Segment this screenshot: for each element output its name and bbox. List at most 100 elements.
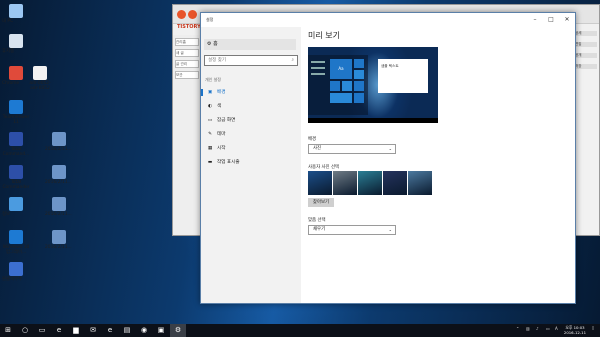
right-item[interactable]: 편집: [575, 42, 597, 47]
minimize-icon[interactable]: –: [527, 13, 543, 27]
desktop-icon-label: 내 PC: [2, 19, 14, 24]
desktop-icon-image: [52, 132, 66, 146]
picture-thumbnail[interactable]: [358, 171, 382, 195]
gear-icon: ⚙: [207, 41, 212, 47]
volume-icon[interactable]: ♪: [536, 326, 539, 331]
right-item[interactable]: 저장: [575, 64, 597, 69]
preview-tile: [354, 59, 364, 68]
desktop-icon[interactable]: 휴지통: [2, 34, 30, 54]
taskbar: ⊞ ○ ▭ e ▆ ✉ e ▤ ◉ ▣ ⚙ ⌃ ▥ ♪ ▭ A 오후 10:03 2016-12-1…: [0, 324, 600, 337]
search-placeholder: 설정 찾기: [208, 58, 226, 63]
mail-icon[interactable]: ✉: [85, 324, 101, 337]
desktop-icon[interactable]: 2016/2/11...: [45, 132, 73, 152]
edge-icon[interactable]: e: [51, 324, 67, 337]
tray-chevron-icon[interactable]: ⌃: [516, 326, 519, 331]
picture-thumbnail[interactable]: [408, 171, 432, 195]
fit-dropdown[interactable]: 채우기 ⌄: [308, 225, 396, 235]
side-item[interactable]: 보관: [175, 71, 199, 79]
network-icon[interactable]: ▥: [526, 326, 530, 331]
close-icon[interactable]: ✕: [559, 13, 575, 27]
desktop-icon[interactable]: 2016/2/11...: [45, 197, 73, 217]
ie-icon[interactable]: e: [102, 324, 118, 337]
picture-thumbnail[interactable]: [308, 171, 332, 195]
picture-thumbnail[interactable]: [333, 171, 357, 195]
nav-item-label: 시작: [217, 146, 226, 151]
desktop-icon-image: [52, 165, 66, 179]
nav-item-background[interactable]: ▣ 배경: [201, 87, 301, 98]
search-icon[interactable]: ○: [17, 324, 33, 337]
preview-tile: [354, 70, 364, 79]
nav-item-themes[interactable]: ✎ 테마: [201, 129, 301, 140]
background-value: 사진: [313, 146, 322, 151]
app-icon[interactable]: ▣: [153, 324, 169, 337]
task-view-icon[interactable]: ▭: [34, 324, 50, 337]
desktop-icon[interactable]: 2016/2/11...: [45, 230, 73, 250]
desktop-icon-image: [9, 262, 23, 276]
desktop-icon-label: 2016/2/11...: [45, 212, 72, 217]
nav-item-color[interactable]: ◐ 색: [201, 101, 301, 112]
side-item[interactable]: 글 관리: [175, 60, 199, 68]
desktop-icon-label: Chrome: [2, 81, 20, 86]
back-icon[interactable]: [177, 10, 186, 19]
nav-item-label: 작업 표시줄: [217, 160, 240, 165]
clock-date: 2016-12-11: [563, 330, 586, 335]
settings-titlebar[interactable]: 설정 – □ ✕: [201, 13, 575, 27]
desktop-icon-label: adr-0052-adr-0052: [29, 81, 51, 91]
desktop-icon-image: [52, 197, 66, 211]
preview-menu-line: [311, 61, 325, 63]
maximize-icon[interactable]: □: [543, 13, 559, 27]
store-icon[interactable]: ▤: [119, 324, 135, 337]
taskbar-icon: ▬: [207, 160, 213, 165]
desktop-icon[interactable]: 2016/2/11...: [45, 165, 73, 185]
notification-icon[interactable]: ▯: [592, 325, 594, 330]
side-item[interactable]: 관리홈: [175, 38, 199, 46]
settings-window[interactable]: 설정 – □ ✕ ⚙ 홈 설정 찾기 ⌕ 개인 설정 ▣ 배경 ◐ 색 ▭ 잠금…: [200, 12, 576, 304]
desktop-icon-label: 휴지통: [2, 49, 15, 54]
fit-value: 채우기: [313, 227, 326, 232]
media-icon[interactable]: ◉: [136, 324, 152, 337]
desktop-icon[interactable]: Windows 10 업그레이...: [2, 230, 30, 255]
picture-thumbnail[interactable]: [383, 171, 407, 195]
background-label: 배경: [308, 137, 317, 142]
desktop-icon[interactable]: TeamViewer 11: [2, 100, 30, 125]
desktop-icon[interactable]: Total Command...: [2, 132, 30, 157]
preview-start-menu: Aa: [308, 55, 368, 115]
home-button[interactable]: ⚙ 홈: [204, 39, 296, 50]
search-input[interactable]: 설정 찾기 ⌕: [204, 55, 298, 66]
preview-sample-text: 샘플 텍스트: [381, 64, 399, 68]
desktop-icon[interactable]: 원클릭부주: [2, 262, 30, 282]
choose-picture-label: 사용자 사진 선택: [308, 165, 340, 170]
desktop-icon-image: [33, 66, 47, 80]
nav-item-label: 배경: [217, 90, 226, 95]
desktop-icon-image: [9, 165, 23, 179]
desktop-icon-image: [9, 66, 23, 80]
nav-item-lock-screen[interactable]: ▭ 잠금 화면: [201, 115, 301, 126]
settings-icon[interactable]: ⚙: [170, 324, 186, 337]
ime-indicator[interactable]: A: [555, 326, 558, 331]
settings-nav-pane: ⚙ 홈 설정 찾기 ⌕ 개인 설정 ▣ 배경 ◐ 색 ▭ 잠금 화면 ✎ 테마 …: [201, 27, 301, 303]
desktop-icon-label: 2016/2/11...: [45, 147, 72, 152]
file-explorer-icon[interactable]: ▆: [68, 324, 84, 337]
side-item[interactable]: 새 글: [175, 49, 199, 57]
preview-tile: [330, 81, 340, 91]
desktop-icon[interactable]: 내 PC: [2, 4, 30, 24]
start-button[interactable]: ⊞: [0, 324, 16, 337]
desktop-icon[interactable]: 정보: [2, 197, 30, 217]
desktop-icon[interactable]: adr-0052-adr-0052: [26, 66, 54, 91]
desktop-icon[interactable]: Total Commander: [2, 165, 30, 190]
right-item[interactable]: 공개: [575, 53, 597, 58]
nav-item-taskbar[interactable]: ▬ 작업 표시줄: [201, 157, 301, 168]
desktop-icon-label: 2016/2/11...: [45, 245, 72, 250]
desktop-icon-image: [9, 4, 23, 18]
nav-item-start[interactable]: ▦ 시작: [201, 143, 301, 154]
preview-sample-window: 샘플 텍스트: [378, 59, 428, 93]
tistory-brand: TISTORY: [177, 24, 201, 30]
preview-tile: [330, 93, 352, 103]
background-dropdown[interactable]: 사진 ⌄: [308, 144, 396, 154]
preview-tile: [354, 93, 364, 103]
keyboard-icon[interactable]: ▭: [546, 326, 550, 331]
browse-button[interactable]: 찾아보기: [308, 198, 334, 207]
clock[interactable]: 오후 10:03 2016-12-11: [564, 325, 586, 335]
right-item[interactable]: 상세: [575, 31, 597, 36]
desktop-icon-image: [9, 100, 23, 114]
